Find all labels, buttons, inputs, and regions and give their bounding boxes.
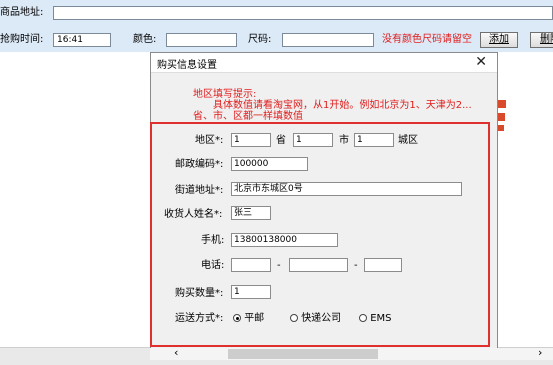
top-toolbar: 商品地址: 抢购时间: 16:41 颜色: 尺码: 没有颜色尺码请留空 添加 删… <box>0 0 553 52</box>
phone-number-input[interactable] <box>289 258 348 272</box>
quantity-label: 购买数量*: <box>175 288 224 299</box>
province-input[interactable]: 1 <box>231 133 271 147</box>
shipping-option-surface[interactable]: 平邮 <box>233 312 264 326</box>
delete-button-label: 删除 <box>540 34 553 45</box>
hint-line-1: 具体数值请看淘宝网，从1开始。例如北京为1、天津为2... <box>213 100 472 111</box>
product-url-input[interactable] <box>53 6 553 20</box>
product-url-label: 商品地址: <box>0 7 44 18</box>
buy-time-input[interactable]: 16:41 <box>53 33 111 47</box>
scrollbar-thumb[interactable] <box>228 349 378 359</box>
street-label: 街道地址*: <box>175 185 224 196</box>
buy-time-label: 抢购时间: <box>0 34 44 45</box>
radio-selected-icon <box>233 314 241 322</box>
postcode-input[interactable]: 100000 <box>231 157 308 171</box>
dialog-title: 购买信息设置 <box>157 60 217 71</box>
shipping-label: 运送方式*: <box>175 313 224 324</box>
quantity-input[interactable]: 1 <box>231 285 271 299</box>
district-input[interactable]: 1 <box>354 133 394 147</box>
region-hint: 地区填写提示: 具体数值请看淘宝网，从1开始。例如北京为1、天津为2... 省、… <box>193 89 472 122</box>
shipping-option-label: 快递公司 <box>301 313 342 324</box>
city-input[interactable]: 1 <box>293 133 333 147</box>
scroll-right-icon[interactable]: › <box>538 346 542 359</box>
phone-extension-input[interactable] <box>364 258 402 272</box>
phone-separator: - <box>354 260 358 271</box>
shipping-option-ems[interactable]: EMS <box>359 312 391 326</box>
no-color-note: 没有颜色尺码请留空 <box>382 34 472 45</box>
postcode-label: 邮政编码*: <box>175 159 224 170</box>
hint-title: 地区填写提示: <box>193 89 257 100</box>
color-input[interactable] <box>166 33 237 47</box>
add-button-label: 添加 <box>489 34 509 45</box>
size-label: 尺码: <box>248 34 272 45</box>
hint-line-2: 省、市、区都一样填数值 <box>193 111 303 122</box>
region-label: 地区*: <box>195 135 224 146</box>
delete-button[interactable]: 删除 <box>530 32 553 48</box>
street-input[interactable]: 北京市东城区0号 <box>231 182 462 196</box>
mobile-input[interactable]: 13800138000 <box>231 233 338 247</box>
district-unit: 城区 <box>398 135 418 146</box>
color-label: 颜色: <box>133 34 157 45</box>
size-input[interactable] <box>282 33 374 47</box>
shipping-option-express[interactable]: 快递公司 <box>290 312 341 326</box>
shipping-option-label: EMS <box>370 313 392 324</box>
radio-icon <box>290 314 298 322</box>
close-icon[interactable]: ✕ <box>475 54 487 70</box>
scroll-left-icon[interactable]: ‹ <box>174 346 178 359</box>
radio-icon <box>359 314 367 322</box>
shipping-option-label: 平邮 <box>244 313 265 324</box>
phone-label: 电话: <box>201 260 225 271</box>
add-button[interactable]: 添加 <box>480 32 518 48</box>
city-unit: 市 <box>339 135 349 146</box>
phone-area-input[interactable] <box>231 258 271 272</box>
receiver-input[interactable]: 张三 <box>231 206 271 220</box>
province-unit: 省 <box>276 135 286 146</box>
phone-separator: - <box>277 260 281 271</box>
dialog-titlebar: 购买信息设置 ✕ <box>151 53 497 73</box>
mobile-label: 手机: <box>201 235 225 246</box>
receiver-label: 收货人姓名*: <box>164 209 223 220</box>
